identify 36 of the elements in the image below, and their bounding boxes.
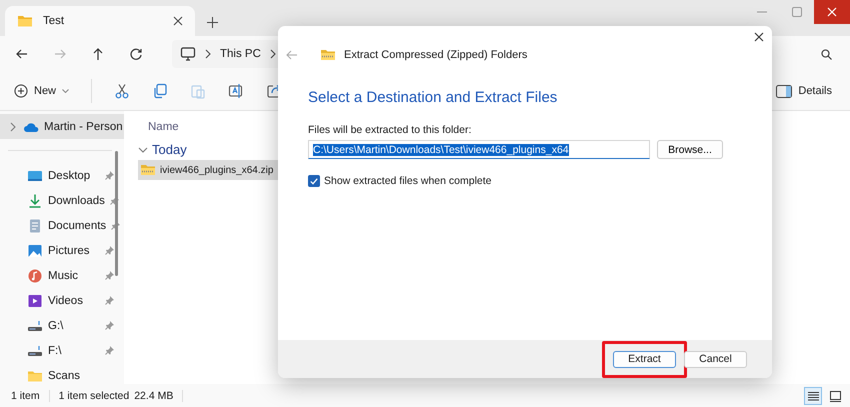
sidebar-item[interactable]: G:\	[0, 313, 124, 338]
group-header: Today	[152, 142, 187, 157]
sidebar-item[interactable]: Pictures	[0, 238, 124, 263]
item-count: 1 item	[11, 390, 40, 402]
selection-size: 22.4 MB	[134, 390, 174, 402]
sidebar-label: Desktop	[48, 170, 92, 182]
field-label: Files will be extracted to this folder:	[308, 124, 472, 136]
checkbox-label: Show extracted files when complete	[324, 175, 492, 187]
browse-button[interactable]: Browse...	[657, 140, 723, 159]
file-item[interactable]: iview466_plugins_x64.zip	[138, 160, 281, 180]
new-button[interactable]: New	[14, 84, 70, 98]
dialog-heading: Select a Destination and Extract Files	[308, 89, 558, 106]
sidebar-item[interactable]: Scans	[0, 363, 124, 388]
details-button[interactable]: Details	[776, 84, 832, 98]
dialog-button[interactable]: Extract	[613, 350, 676, 368]
sidebar-label: Music	[48, 270, 80, 282]
sidebar-label: Documents	[48, 220, 106, 232]
selection-info: 1 item selected	[58, 390, 130, 402]
dialog-title: Extract Compressed (Zipped) Folders	[344, 49, 528, 61]
destination-field[interactable]: C:\Users\Martin\Downloads\Test\iview466_plugins_x64	[308, 140, 650, 159]
sidebar-label: Scans	[48, 370, 81, 382]
sidebar-item[interactable]: Music	[0, 263, 124, 288]
sidebar-item[interactable]: Desktop	[0, 163, 124, 188]
breadcrumb[interactable]: This PC	[220, 48, 261, 60]
file-name: iview466_plugins_x64.zip	[160, 164, 274, 176]
sidebar-label: Martin - Person	[44, 120, 123, 132]
sidebar-item[interactable]: Videos	[0, 288, 124, 313]
sidebar-label: F:\	[48, 344, 62, 356]
dialog-button[interactable]: Cancel	[684, 350, 747, 368]
sidebar-item[interactable]: F:\	[0, 338, 124, 363]
window-tab[interactable]: Test	[5, 6, 195, 36]
sidebar-label: Downloads	[48, 194, 105, 206]
sidebar-item[interactable]: Martin - Person	[0, 114, 124, 139]
sidebar-label: G:\	[48, 320, 64, 332]
sidebar-label: Videos	[48, 294, 84, 306]
sidebar-label: Pictures	[48, 244, 91, 256]
